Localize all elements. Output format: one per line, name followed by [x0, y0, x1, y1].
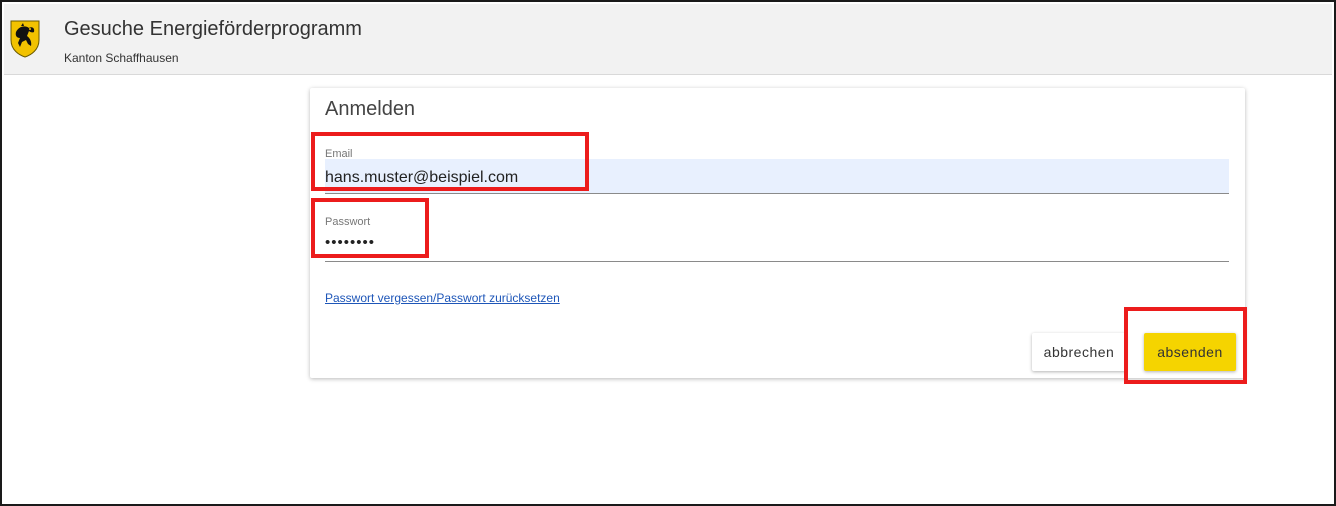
app-header: Gesuche Energieförderprogramm Kanton Sch… [4, 4, 1332, 75]
login-title: Anmelden [325, 98, 416, 120]
email-underline [325, 193, 1229, 194]
schaffhausen-coat-of-arms-icon [10, 20, 40, 58]
app-subtitle: Kanton Schaffhausen [64, 51, 179, 65]
submit-highlight-box [1124, 307, 1247, 384]
cancel-button[interactable]: abbrechen [1032, 333, 1126, 371]
forgot-password-link[interactable]: Passwort vergessen/Passwort zurücksetzen [325, 291, 560, 305]
password-highlight-box [311, 198, 429, 258]
password-underline [325, 261, 1229, 262]
browser-frame: Gesuche Energieförderprogramm Kanton Sch… [0, 0, 1336, 506]
app-title: Gesuche Energieförderprogramm [64, 18, 362, 40]
password-field[interactable]: Passwort •••••••• [325, 216, 1229, 262]
email-highlight-box [311, 132, 589, 191]
